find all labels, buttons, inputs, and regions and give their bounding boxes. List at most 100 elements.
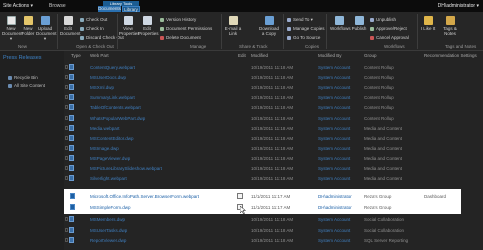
tags-notes-button[interactable]: Tags & Notes: [440, 16, 460, 36]
go-to-source-button[interactable]: Go To Source: [287, 35, 320, 40]
nav-heading-press-releases[interactable]: Press Releases: [3, 55, 42, 61]
column-header-group[interactable]: Group: [364, 53, 377, 60]
row-checkbox[interactable]: [65, 95, 68, 100]
table-row[interactable]: Silverlight.webpart 10/19/2011 11:18 AM Sy…: [64, 174, 483, 183]
edit-document-button[interactable]: Edit Document: [60, 16, 81, 36]
table-row-highlighted[interactable]: MSSimpleForm.dwp 11/1/2011 11:17 AM DH\a…: [64, 202, 461, 212]
row-checkbox[interactable]: [65, 65, 68, 69]
nav-item-all-site-content[interactable]: All Site Content: [8, 83, 45, 88]
approve-reject-button[interactable]: Approve/Reject: [370, 26, 407, 31]
row-modified-by[interactable]: System Account: [318, 136, 350, 141]
download-copy-button[interactable]: Download a Copy: [258, 16, 280, 36]
row-modified-by[interactable]: System Account: [318, 146, 350, 151]
table-row[interactable]: MSMembers.dwp 10/19/2011 11:18 AM System A…: [64, 215, 483, 224]
email-link-button[interactable]: E-mail a Link: [224, 16, 242, 36]
manage-copies-button[interactable]: Manage Copies: [287, 26, 325, 31]
user-menu[interactable]: DH\administrator ▾: [438, 3, 479, 9]
row-modified-by[interactable]: DH\administrator: [318, 205, 352, 210]
row-checkbox[interactable]: [65, 135, 68, 140]
table-row[interactable]: SummaryLink.webpart 10/19/2011 11:18 AM Sy…: [64, 93, 483, 102]
column-header-type[interactable]: Type: [71, 53, 81, 60]
new-document-button[interactable]: New Document ▾: [2, 16, 23, 41]
row-name-link[interactable]: Silverlight.webpart: [90, 176, 127, 181]
row-name-link[interactable]: ContentQuery.webpart: [90, 65, 135, 70]
row-name-link[interactable]: ReportViewer.dwp: [90, 238, 126, 243]
table-row[interactable]: ReportViewer.dwp 10/19/2011 11:18 AM Syste…: [64, 236, 483, 245]
table-row-highlighted[interactable]: Microsoft.Office.InfoPath.Server.Browser…: [64, 191, 461, 201]
table-row[interactable]: WhatsPopularWebPart.dwp 10/19/2011 11:18 …: [64, 114, 483, 123]
table-row[interactable]: TableOfContents.webpart 10/19/2011 11:18 …: [64, 103, 483, 112]
unpublish-button[interactable]: Unpublish: [370, 17, 396, 22]
column-header-modified-by[interactable]: Modified By: [318, 53, 342, 60]
row-modified-by[interactable]: System Account: [318, 126, 350, 131]
row-name-link[interactable]: MSPageViewer.dwp: [90, 156, 130, 161]
row-modified-by[interactable]: System Account: [318, 95, 350, 100]
table-row[interactable]: MSUserTasks.dwp 10/19/2011 11:18 AM System…: [64, 226, 483, 235]
row-name-link[interactable]: MSImage.dwp: [90, 146, 119, 151]
upload-document-button[interactable]: Upload Document ▾: [36, 16, 57, 41]
table-row[interactable]: MSPageViewer.dwp 10/19/2011 11:18 AM Syste…: [64, 154, 483, 163]
row-modified-by[interactable]: System Account: [318, 156, 350, 161]
new-folder-button[interactable]: New Folder: [20, 16, 36, 36]
view-properties-button[interactable]: View Properties: [119, 16, 140, 36]
row-modified-by[interactable]: System Account: [318, 85, 350, 90]
cancel-approval-button[interactable]: Cancel Approval: [370, 35, 409, 40]
site-actions-menu[interactable]: Site Actions ▾: [3, 3, 33, 9]
row-modified-by[interactable]: System Account: [318, 116, 350, 121]
row-name-link[interactable]: MSSimpleForm.dwp: [90, 205, 131, 210]
row-name-link[interactable]: MSXml.dwp: [90, 85, 114, 90]
row-modified-by[interactable]: DH\administrator: [318, 194, 352, 199]
row-checkbox[interactable]: [65, 176, 68, 181]
table-row[interactable]: MSXml.dwp 10/19/2011 11:18 AM System Accou…: [64, 83, 483, 92]
row-checkbox[interactable]: [65, 145, 68, 150]
column-header-edit[interactable]: Edit: [238, 53, 246, 60]
edit-icon[interactable]: [237, 193, 243, 199]
row-checkbox[interactable]: [65, 238, 68, 242]
check-in-button[interactable]: Check In: [80, 26, 104, 31]
nav-item-recycle-bin[interactable]: Recycle Bin: [8, 75, 38, 80]
row-checkbox[interactable]: [65, 166, 68, 170]
row-name-link[interactable]: MSUserTasks.dwp: [90, 228, 127, 233]
row-checkbox[interactable]: [65, 125, 68, 130]
row-modified-by[interactable]: System Account: [318, 75, 350, 80]
row-modified-by[interactable]: System Account: [318, 238, 350, 243]
table-row[interactable]: Media.webpart 10/19/2011 11:18 AM System A…: [64, 124, 483, 133]
row-checkbox[interactable]: [65, 115, 68, 120]
row-name-link[interactable]: MSUserDocs.dwp: [90, 75, 126, 80]
publish-button[interactable]: Publish: [351, 16, 367, 31]
workflows-button[interactable]: Workflows: [330, 16, 351, 31]
check-out-button[interactable]: Check Out: [80, 17, 107, 22]
table-row[interactable]: MSContentEditor.dwp 10/19/2011 11:18 AM Sy…: [64, 134, 483, 143]
row-modified-by[interactable]: System Account: [318, 105, 350, 110]
row-modified-by[interactable]: System Account: [318, 176, 350, 181]
row-checkbox[interactable]: [65, 155, 68, 160]
document-permissions-button[interactable]: Document Permissions: [160, 26, 212, 31]
row-modified-by[interactable]: System Account: [318, 166, 350, 171]
i-like-it-button[interactable]: I Like It: [420, 16, 436, 31]
table-row[interactable]: MSPictureLibrarySlideshow.webpart 10/19/2…: [64, 164, 483, 173]
row-checkbox[interactable]: [65, 75, 68, 80]
row-checkbox[interactable]: [65, 105, 68, 110]
row-name-link[interactable]: WhatsPopularWebPart.dwp: [90, 116, 145, 121]
row-modified-by[interactable]: System Account: [318, 65, 350, 70]
column-header-recommendation[interactable]: Recommendation Settings: [424, 53, 477, 60]
send-to-button[interactable]: Send To ▾: [287, 17, 313, 22]
row-name-link[interactable]: TableOfContents.webpart: [90, 105, 141, 110]
table-row[interactable]: MSImage.dwp 10/19/2011 11:18 AM System Acc…: [64, 144, 483, 153]
row-modified-by[interactable]: System Account: [318, 228, 350, 233]
row-checkbox[interactable]: [65, 85, 68, 90]
row-modified-by[interactable]: System Account: [318, 217, 350, 222]
column-header-web-part[interactable]: Web Part: [90, 53, 109, 60]
version-history-button[interactable]: Version History: [160, 17, 196, 22]
column-header-modified[interactable]: Modified: [251, 53, 268, 60]
row-name-link[interactable]: MSMembers.dwp: [90, 217, 125, 222]
row-name-link[interactable]: Media.webpart: [90, 126, 120, 131]
table-row[interactable]: ContentQuery.webpart 10/19/2011 11:18 AM S…: [64, 63, 483, 72]
row-name-link[interactable]: SummaryLink.webpart: [90, 95, 135, 100]
row-name-link[interactable]: MSContentEditor.dwp: [90, 136, 134, 141]
tab-browse[interactable]: Browse: [49, 3, 66, 9]
row-name-link[interactable]: MSPictureLibrarySlideshow.webpart: [90, 166, 162, 171]
edit-properties-button[interactable]: Edit Properties: [138, 16, 159, 36]
row-checkbox[interactable]: [65, 227, 68, 232]
table-row[interactable]: MSUserDocs.dwp 10/19/2011 11:18 AM System …: [64, 73, 483, 82]
